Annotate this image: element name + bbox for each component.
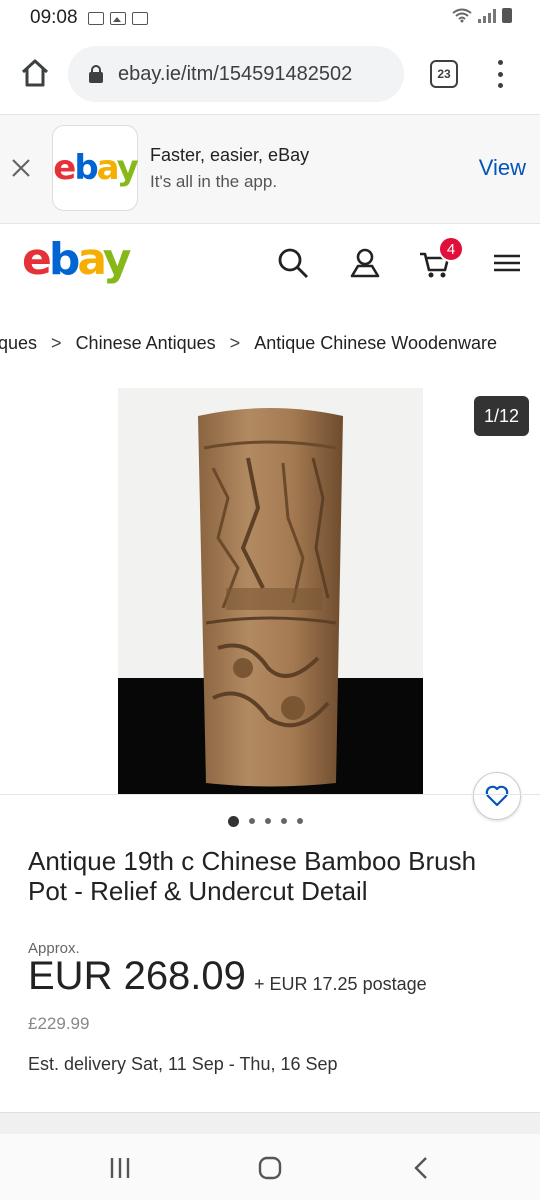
- back-icon[interactable]: [408, 1154, 436, 1182]
- wifi-icon: [452, 8, 472, 23]
- item-title: Antique 19th c Chinese Bamboo Brush Pot …: [28, 846, 477, 906]
- browser-menu-icon[interactable]: [494, 60, 506, 88]
- site-header: ebay 4: [0, 226, 540, 300]
- watchlist-button[interactable]: [473, 772, 521, 820]
- divider: [0, 794, 540, 795]
- pagination-dot[interactable]: [248, 818, 255, 824]
- banner-subtitle: It's all in the app.: [150, 172, 278, 191]
- banner-title: Faster, easier, eBay: [150, 145, 310, 165]
- battery-icon: [502, 8, 512, 23]
- close-icon[interactable]: [10, 157, 32, 179]
- status-time: 09:08: [30, 7, 78, 28]
- cart-count-badge: 4: [438, 236, 464, 262]
- ebay-app-logo: ebay: [53, 148, 139, 188]
- lock-icon: [89, 65, 103, 83]
- recent-apps-icon[interactable]: [106, 1154, 134, 1182]
- app-logo: ebay: [52, 125, 139, 211]
- original-price: £229.99: [28, 1014, 90, 1033]
- address-bar[interactable]: ebay.ie/itm/154591482502: [68, 46, 404, 102]
- system-icons: [452, 8, 512, 23]
- pagination-dot[interactable]: [296, 818, 303, 824]
- browser-toolbar: ebay.ie/itm/154591482502 23: [0, 44, 540, 104]
- home-nav-icon[interactable]: [256, 1154, 284, 1182]
- notification-icons: [87, 11, 148, 25]
- hamburger-menu-icon[interactable]: [490, 246, 524, 280]
- pagination-dot[interactable]: [280, 818, 287, 824]
- delivery-estimate: Est. delivery Sat, 11 Sep - Thu, 16 Sep: [28, 1054, 338, 1074]
- image-counter: 1/12: [474, 396, 529, 436]
- item-price: EUR 268.09: [28, 954, 246, 998]
- user-icon[interactable]: [348, 246, 382, 280]
- status-bar: 09:08: [0, 0, 540, 36]
- tab-switcher-button[interactable]: 23: [430, 60, 458, 88]
- app-install-banner: ebay Faster, easier, eBay It's all in th…: [0, 114, 540, 224]
- image-notification-icon: [109, 11, 126, 25]
- android-navigation-bar: [0, 1134, 540, 1200]
- signal-icon: [478, 9, 496, 23]
- breadcrumb-item[interactable]: Antique Chinese Woodenware: [254, 333, 497, 354]
- image-gallery: 1/12: [0, 386, 540, 820]
- banner-text: Faster, easier, eBay It's all in the app…: [150, 145, 309, 192]
- breadcrumb-item[interactable]: Chinese Antiques: [76, 333, 216, 354]
- breadcrumb: ques > Chinese Antiques > Antique Chines…: [0, 328, 540, 358]
- section-divider: [0, 1112, 540, 1134]
- home-icon[interactable]: [18, 56, 52, 90]
- ebay-logo[interactable]: ebay: [22, 234, 131, 285]
- product-image[interactable]: [118, 388, 423, 794]
- breadcrumb-item[interactable]: ques: [0, 333, 37, 354]
- gallery-pagination: [0, 814, 540, 828]
- chevron-right-icon: >: [229, 332, 241, 353]
- notification-icon: [87, 11, 104, 25]
- chevron-right-icon: >: [51, 332, 62, 353]
- pagination-dot-active[interactable]: [227, 815, 239, 827]
- view-app-button[interactable]: View: [479, 155, 526, 181]
- postage-cost: + EUR 17.25 postage: [254, 974, 427, 994]
- url-text: ebay.ie/itm/154591482502: [118, 62, 353, 85]
- search-icon[interactable]: [276, 246, 310, 280]
- brush-pot-photo: [118, 388, 423, 794]
- notification-icon: [131, 11, 148, 25]
- pagination-dot[interactable]: [264, 818, 271, 824]
- heart-icon: [485, 785, 509, 807]
